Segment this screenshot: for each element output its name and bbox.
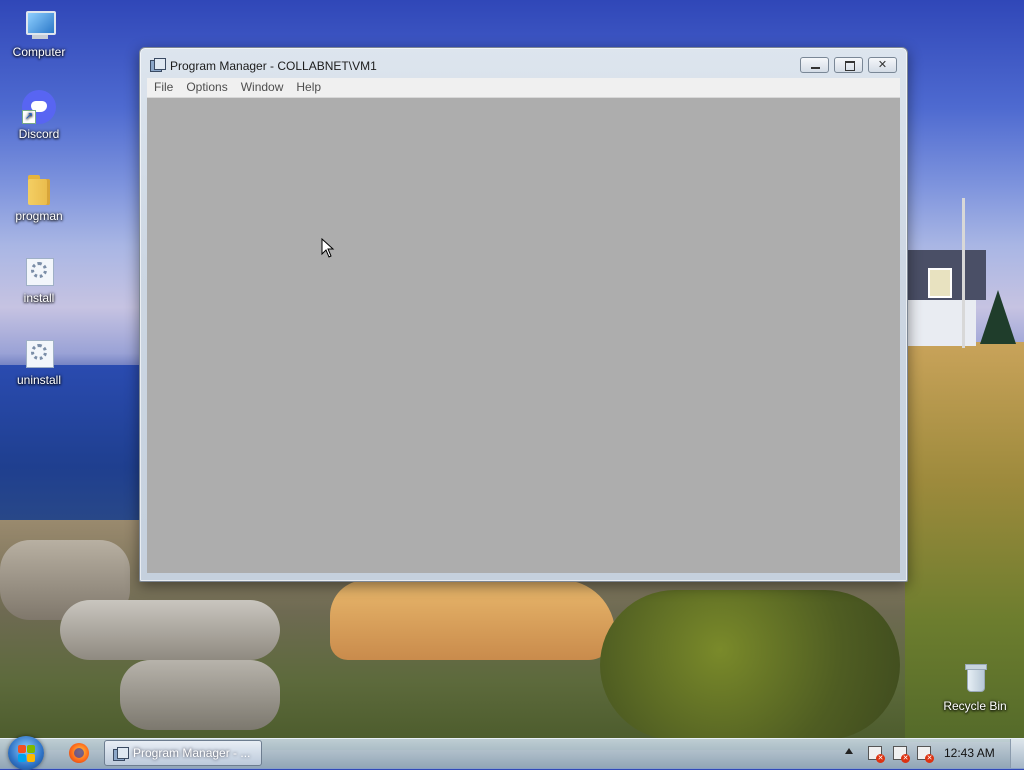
menu-bar: File Options Window Help (147, 78, 900, 98)
network-icon[interactable]: ✕ (893, 746, 910, 763)
window-titlebar[interactable]: Program Manager - COLLABNET\VM1 ✕ (140, 48, 907, 78)
desktop-icon-label: progman (15, 209, 63, 223)
desktop-icon-recycle-bin[interactable]: Recycle Bin (936, 662, 1014, 713)
desktop-icon-progman[interactable]: progman (0, 172, 78, 223)
taskbar-button-label: Program Manager - ... (133, 746, 251, 760)
computer-icon (22, 8, 56, 42)
taskbar-clock[interactable]: 12:43 AM (944, 746, 995, 760)
desktop-icon-label: install (23, 291, 55, 305)
show-desktop-button[interactable] (1010, 739, 1024, 768)
action-center-flag-icon[interactable]: ✕ (868, 746, 885, 763)
folder-icon (22, 172, 56, 206)
desktop-icon-label: Computer (12, 45, 66, 59)
desktop-icon-install[interactable]: install (0, 254, 78, 305)
maximize-button[interactable] (834, 57, 863, 73)
menu-options[interactable]: Options (180, 78, 233, 97)
menu-help[interactable]: Help (290, 78, 327, 97)
menu-file[interactable]: File (148, 78, 179, 97)
setup-icon (22, 336, 56, 370)
program-manager-icon[interactable] (150, 58, 166, 72)
desktop-icon-label: Discord (18, 127, 60, 141)
desktop-icon-computer[interactable]: Computer (0, 8, 78, 59)
firefox-icon[interactable] (69, 743, 89, 763)
windows-logo-icon (18, 745, 26, 753)
desktop-icon-uninstall[interactable]: uninstall (0, 336, 78, 387)
program-manager-icon (113, 747, 129, 761)
recycle-bin-icon (958, 662, 992, 696)
desktop-icon-label: Recycle Bin (943, 699, 1007, 713)
mouse-cursor-icon (321, 238, 335, 258)
minimize-button[interactable] (800, 57, 829, 73)
discord-icon: ↗ (22, 90, 56, 124)
desktop-icon-discord[interactable]: ↗ Discord (0, 90, 78, 141)
desktop-icon-label: uninstall (16, 373, 62, 387)
setup-icon (22, 254, 56, 288)
maximize-icon (845, 61, 855, 71)
window-title: Program Manager - COLLABNET\VM1 (170, 59, 377, 73)
close-button[interactable]: ✕ (868, 57, 897, 73)
menu-window[interactable]: Window (235, 78, 290, 97)
close-icon: ✕ (877, 59, 888, 71)
mdi-client-area[interactable] (147, 98, 900, 573)
start-button[interactable] (8, 736, 44, 770)
taskbar-program-manager-button[interactable]: Program Manager - ... (104, 740, 262, 766)
volume-icon[interactable]: ✕ (917, 746, 934, 763)
show-hidden-icons-button[interactable] (845, 748, 853, 754)
minimize-icon (811, 67, 820, 69)
program-manager-window[interactable]: Program Manager - COLLABNET\VM1 ✕ File Op… (139, 47, 908, 582)
